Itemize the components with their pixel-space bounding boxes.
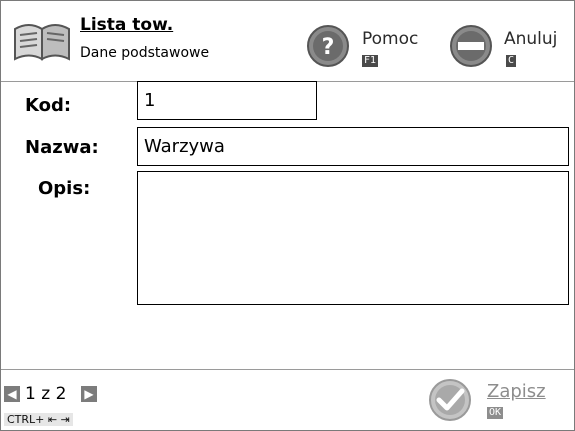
- cancel-shortcut: C: [506, 55, 517, 67]
- description-label: Opis:: [38, 178, 91, 199]
- help-label: Pomoc: [362, 29, 419, 49]
- navigation-shortcut: CTRL+ ⇤ ⇥: [4, 413, 73, 426]
- cancel-icon: [450, 25, 492, 67]
- save-label: Zapisz: [487, 381, 546, 402]
- current-page: 1: [25, 384, 36, 404]
- code-input[interactable]: 1: [137, 81, 317, 120]
- svg-text:?: ?: [322, 35, 335, 60]
- help-shortcut: F1: [362, 55, 379, 67]
- next-page-icon[interactable]: ▶: [81, 386, 97, 402]
- code-label: Kod:: [25, 95, 72, 116]
- total-pages: 2: [55, 384, 67, 404]
- footer: ◀ 1 z 2 ▶ CTRL+ ⇤ ⇥ Zapisz OK: [1, 369, 574, 431]
- check-icon: [429, 379, 471, 421]
- help-icon: ?: [307, 25, 349, 67]
- page-subtitle: Dane podstawowe: [80, 45, 210, 61]
- header: Lista tow. Dane podstawowe ? Pomoc F1 An…: [1, 1, 574, 82]
- page-separator: z: [41, 384, 51, 404]
- cancel-label: Anuluj: [504, 29, 558, 49]
- app-window: Lista tow. Dane podstawowe ? Pomoc F1 An…: [0, 0, 575, 431]
- name-label: Nazwa:: [25, 137, 99, 158]
- name-input[interactable]: Warzywa: [137, 127, 569, 166]
- description-textarea[interactable]: [137, 171, 569, 305]
- pagination: 1 z 2: [25, 384, 66, 404]
- book-icon: [14, 24, 70, 61]
- save-shortcut: OK: [487, 407, 504, 419]
- page-title[interactable]: Lista tow.: [80, 15, 173, 35]
- previous-page-icon[interactable]: ◀: [4, 386, 20, 402]
